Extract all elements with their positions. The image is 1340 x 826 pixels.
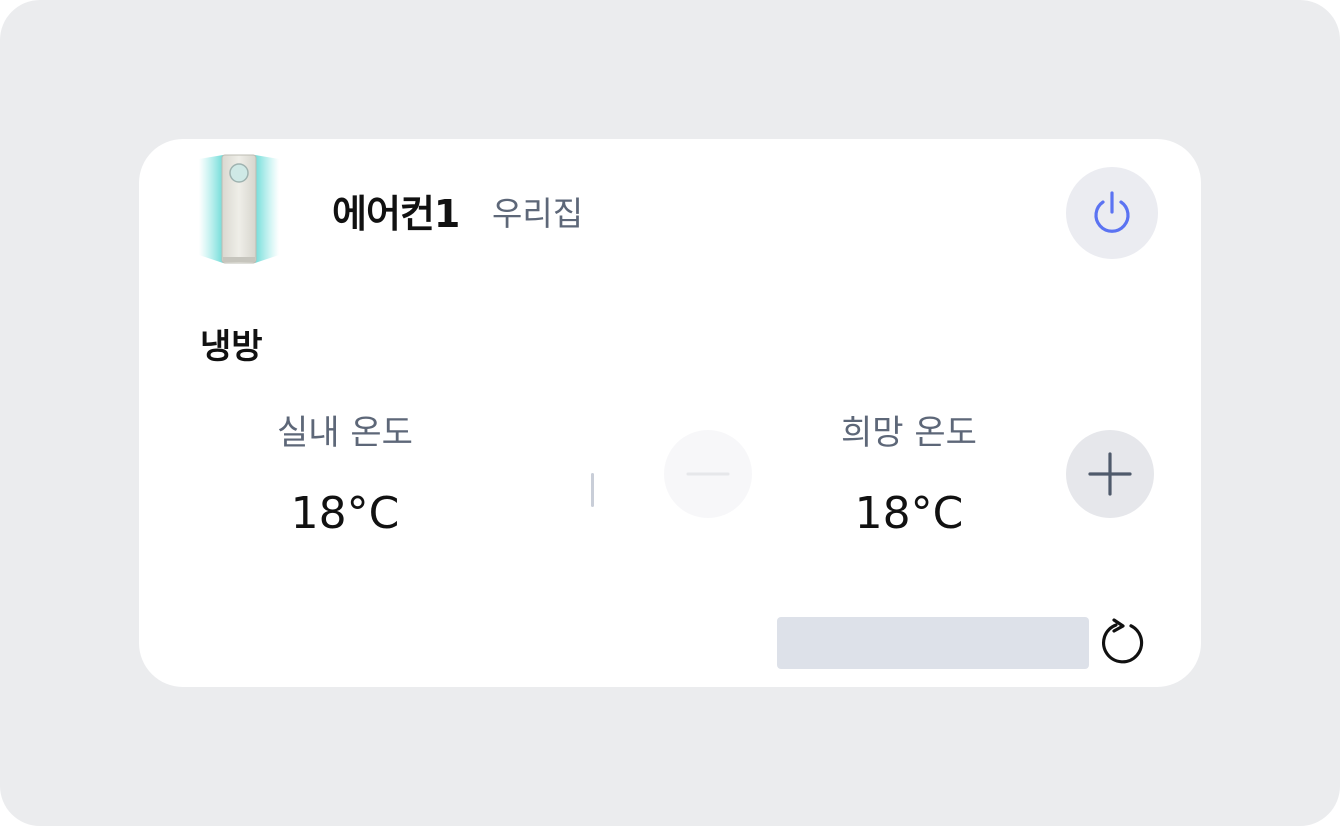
increase-temperature-button[interactable]: [1066, 430, 1154, 518]
page-background: 에어컨1 우리집 냉방 실내 온도 18°C 희망 온도 18°C: [0, 0, 1340, 826]
plus-icon: [1088, 452, 1132, 496]
divider: [591, 473, 594, 507]
device-location: 우리집: [492, 194, 584, 233]
power-button[interactable]: [1066, 167, 1158, 259]
indoor-temperature-label: 실내 온도: [277, 413, 413, 453]
refresh-button[interactable]: [1097, 617, 1149, 669]
air-conditioner-icon: [199, 151, 279, 267]
target-temperature: 희망 온도 18°C: [789, 411, 1029, 539]
decrease-temperature-button[interactable]: [664, 430, 752, 518]
indoor-temperature-value: 18°C: [290, 488, 400, 539]
target-temperature-label: 희망 온도: [841, 413, 977, 453]
device-card: 에어컨1 우리집 냉방 실내 온도 18°C 희망 온도 18°C: [139, 139, 1201, 687]
mode-label: 냉방: [200, 327, 263, 367]
power-icon: [1094, 191, 1130, 233]
minus-icon: [686, 472, 730, 476]
refresh-icon: [1102, 618, 1144, 664]
target-temperature-value: 18°C: [854, 488, 964, 539]
status-placeholder: [777, 617, 1089, 669]
device-name: 에어컨1: [332, 192, 460, 236]
indoor-temperature: 실내 온도 18°C: [225, 411, 465, 539]
